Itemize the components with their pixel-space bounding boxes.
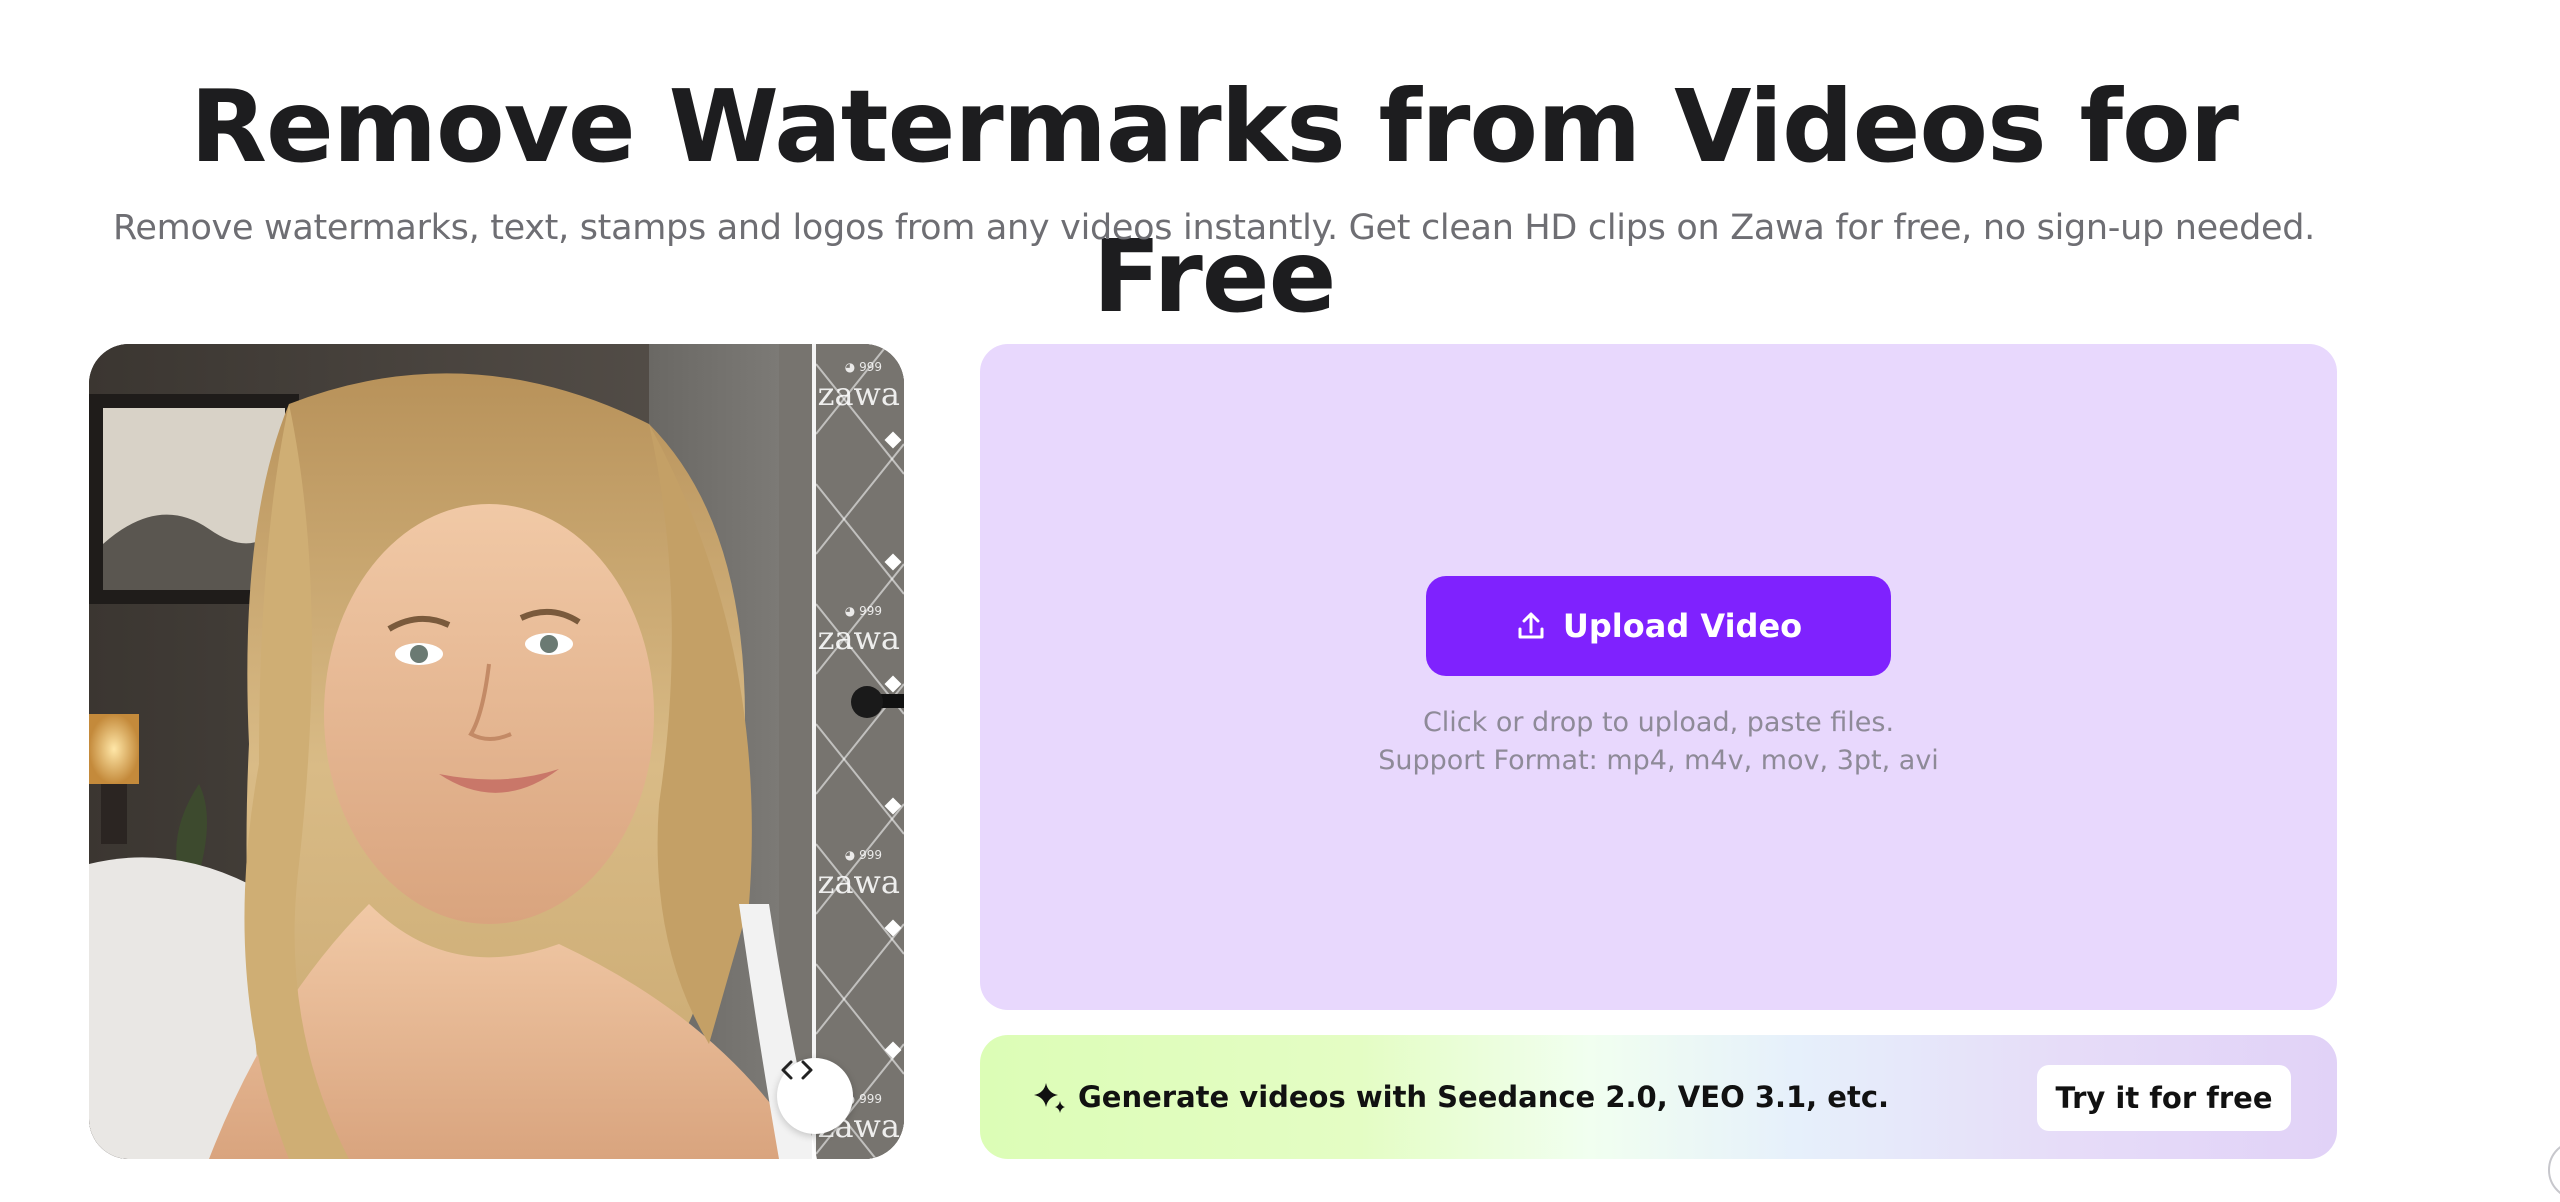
chat-widget-button[interactable] xyxy=(2548,1140,2560,1200)
comparison-image xyxy=(89,344,904,1159)
watermark-badge: ◕ 999 xyxy=(844,360,882,374)
watermark-text: zawa xyxy=(817,619,900,657)
page: Remove Watermarks from Videos for Free R… xyxy=(0,0,2560,1202)
promo-banner: Generate videos with Seedance 2.0, VEO 3… xyxy=(980,1035,2337,1159)
watermark-badge: ◕ 999 xyxy=(844,848,882,862)
comparison-handle[interactable] xyxy=(777,1058,853,1134)
comparison-divider[interactable] xyxy=(812,344,816,1159)
upload-formats-hint: Support Format: mp4, m4v, mov, 3pt, avi xyxy=(1378,745,1939,776)
watermark-text: zawa xyxy=(817,375,900,413)
before-after-comparison[interactable]: ◕ 999 zawa ◕ 999 zawa ◕ 999 zawa ◕ 999 z… xyxy=(89,344,904,1159)
page-subtitle: Remove watermarks, text, stamps and logo… xyxy=(112,208,2316,248)
upload-video-label: Upload Video xyxy=(1562,607,1803,645)
sparkle-icon xyxy=(1034,1083,1065,1113)
upload-video-button[interactable]: Upload Video xyxy=(1426,576,1891,676)
watermark-badge: ◕ 999 xyxy=(844,604,882,618)
upload-hint-line1: Click or drop to upload, paste files. xyxy=(1422,707,1895,738)
chevron-left-right-icon xyxy=(781,1060,813,1080)
promo-text: Generate videos with Seedance 2.0, VEO 3… xyxy=(1078,1080,1890,1114)
upload-dropzone[interactable]: Upload Video Click or drop to upload, pa… xyxy=(980,344,2337,1010)
try-it-free-button[interactable]: Try it for free xyxy=(2037,1065,2291,1131)
upload-icon xyxy=(1518,612,1544,639)
watermark-text: zawa xyxy=(817,863,900,901)
